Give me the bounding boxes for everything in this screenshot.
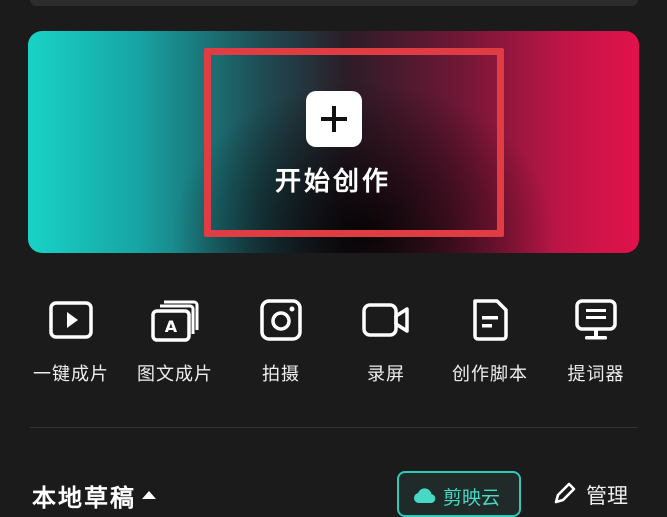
section-divider (30, 427, 638, 428)
tool-screen-record[interactable]: 录屏 (336, 296, 436, 386)
tool-label: 录屏 (367, 364, 405, 385)
camera-icon (260, 299, 302, 341)
svg-text:A: A (165, 317, 178, 336)
tool-label: 创作脚本 (452, 364, 528, 385)
pencil-icon (554, 482, 576, 504)
tool-one-click-video[interactable]: 一键成片 (21, 296, 121, 386)
cloud-label: 剪映云 (443, 487, 501, 509)
plus-icon (306, 91, 362, 147)
tool-label: 提词器 (567, 364, 625, 385)
cloud-icon (413, 488, 436, 503)
start-creation-banner[interactable]: 开始创作 (28, 31, 639, 253)
teleprompter-icon (575, 299, 617, 340)
local-drafts-dropdown[interactable]: 本地草稿 (32, 478, 156, 513)
screen-record-icon (362, 303, 409, 337)
tool-label: 图文成片 (137, 364, 213, 385)
text-image-icon: A (151, 300, 199, 342)
tool-label: 拍摄 (262, 364, 300, 385)
start-creation-label: 开始创作 (274, 167, 391, 197)
tool-teleprompter[interactable]: 提词器 (546, 296, 646, 386)
cloud-button[interactable]: 剪映云 (397, 471, 521, 517)
caret-up-icon (142, 491, 156, 499)
tool-label: 一键成片 (33, 364, 109, 385)
play-video-icon (49, 301, 93, 339)
manage-label: 管理 (586, 484, 628, 508)
tool-shoot[interactable]: 拍摄 (231, 296, 331, 386)
script-document-icon (473, 299, 508, 341)
top-bar-edge (30, 0, 638, 6)
tool-text-to-video[interactable]: A 图文成片 (125, 296, 225, 386)
manage-button[interactable]: 管理 (552, 476, 652, 508)
local-drafts-title: 本地草稿 (32, 484, 136, 512)
tool-creation-script[interactable]: 创作脚本 (440, 296, 540, 386)
